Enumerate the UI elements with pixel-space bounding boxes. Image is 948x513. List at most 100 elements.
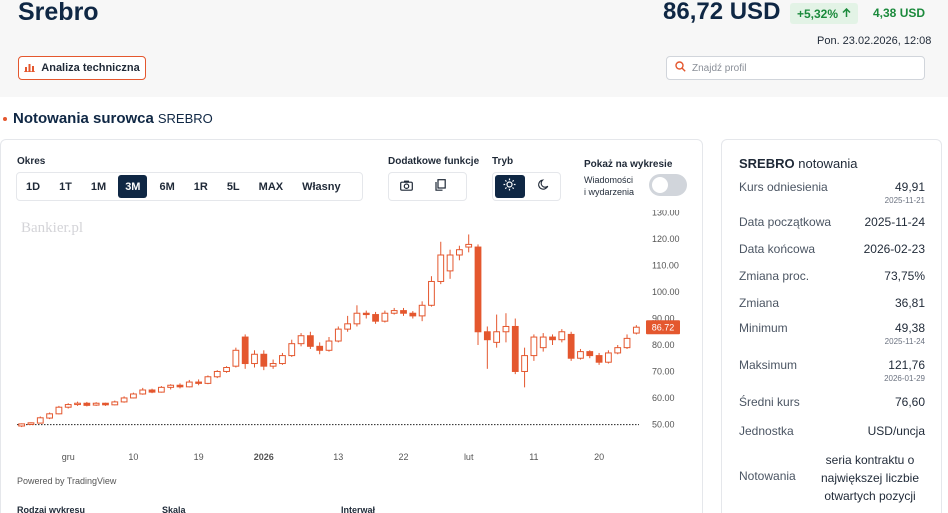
candle-down — [306, 335, 314, 347]
quote-datetime: Pon. 23.02.2026, 12:08 — [817, 35, 932, 47]
candle-up — [64, 404, 72, 408]
candle-up — [251, 353, 258, 365]
y-tick-label: 100.00 — [652, 287, 680, 297]
section-subtitle: SREBRO — [157, 111, 213, 126]
summary-row-value: 49,38 — [894, 321, 925, 335]
candle-up — [502, 325, 510, 333]
candle-up — [55, 406, 63, 415]
y-tick-label: 110.00 — [652, 261, 679, 271]
y-tick-label: 50.00 — [652, 419, 675, 429]
candle-up — [297, 335, 305, 345]
summary-title: SREBRO notowania — [739, 156, 858, 171]
candle-up — [418, 304, 426, 317]
section-heading: Notowania surowca SREBRO — [0, 110, 213, 127]
y-tick-label: 60.00 — [652, 393, 675, 403]
candle-up — [632, 326, 640, 334]
bullet-dot-icon — [3, 116, 7, 121]
candle-down — [241, 336, 249, 365]
candle-down — [586, 351, 594, 357]
candle-down — [409, 312, 417, 317]
change-percent-badge: +5,32% — [790, 3, 858, 24]
summary-row-value: 2026-02-23 — [863, 242, 925, 256]
candlestick-chart[interactable]: 50.0060.0070.0080.0090.00100.00110.00120… — [1, 210, 701, 465]
candle-up — [130, 393, 137, 399]
powered-by-tradingview: Powered by TradingView — [17, 476, 117, 486]
technical-analysis-button[interactable]: Analiza techniczna — [18, 56, 146, 80]
dark-mode-button[interactable] — [529, 175, 559, 198]
candle-up — [223, 367, 230, 372]
candle-down — [316, 345, 324, 351]
show-on-chart-label: Pokaż na wykresie — [584, 159, 673, 170]
candle-up — [204, 376, 212, 384]
summary-title-bold: SREBRO — [739, 156, 795, 171]
x-tick-label: 22 — [398, 452, 408, 462]
candle-down — [260, 353, 268, 367]
period-button-6m[interactable]: 6M — [152, 175, 181, 198]
candle-up — [334, 328, 342, 342]
copy-icon — [434, 178, 446, 196]
period-button-1r[interactable]: 1R — [187, 175, 215, 198]
period-button-max[interactable]: MAX — [252, 175, 290, 198]
candle-up — [558, 331, 566, 341]
x-tick-label: 10 — [128, 452, 138, 462]
candle-up — [167, 384, 175, 388]
candle-up — [437, 254, 445, 282]
summary-row-value: 49,91 — [894, 180, 925, 194]
candle-up — [120, 397, 128, 403]
candle-up — [279, 355, 286, 365]
light-mode-button[interactable] — [495, 175, 525, 198]
x-tick-label: 2026 — [254, 452, 274, 462]
candle-down — [511, 325, 519, 372]
candle-down — [567, 333, 575, 359]
x-tick-label: 13 — [333, 452, 343, 462]
candle-down — [595, 355, 603, 363]
period-button-1m[interactable]: 1M — [84, 175, 113, 198]
candle-up — [213, 370, 221, 378]
summary-row-label: Data początkowa — [739, 215, 832, 229]
candle-up — [92, 402, 100, 406]
chart-panel: Okres 1D 1T 1M 3M 6M 1R 5L MAX Własny Dodatkowe … — [0, 139, 703, 513]
mode-group — [492, 172, 561, 201]
candle-up — [46, 413, 53, 419]
candle-up — [605, 352, 612, 363]
profile-search[interactable] — [666, 56, 925, 80]
summary-row-date: 2026-01-29 — [884, 374, 925, 383]
candle-down — [176, 384, 184, 388]
x-tick-label: gru — [62, 452, 75, 462]
x-tick-label: lut — [464, 452, 474, 462]
candle-down — [372, 314, 379, 322]
news-events-line1: Wiadomości — [584, 175, 634, 185]
news-events-toggle[interactable] — [649, 174, 687, 196]
candle-down — [474, 246, 482, 333]
candle-up — [288, 343, 296, 357]
candle-up — [269, 363, 277, 367]
candle-up — [36, 417, 44, 424]
candle-up — [344, 323, 352, 330]
candle-down — [148, 389, 156, 393]
copy-button[interactable] — [425, 175, 455, 198]
period-button-3m[interactable]: 3M — [118, 175, 148, 198]
candle-up — [353, 312, 361, 325]
interval-label: Interwał — [341, 505, 376, 513]
period-button-5l[interactable]: 5L — [220, 175, 247, 198]
y-tick-label: 70.00 — [652, 366, 675, 376]
candle-up — [390, 310, 398, 314]
page-title: Srebro — [18, 0, 99, 26]
arrow-up-icon — [842, 7, 851, 21]
camera-icon — [399, 178, 413, 196]
summary-row-label: Średni kurs — [739, 395, 800, 409]
candle-down — [102, 402, 109, 406]
screenshot-button[interactable] — [391, 175, 421, 198]
period-button-1t[interactable]: 1T — [52, 175, 79, 198]
extra-functions-label: Dodatkowe funkcje — [388, 156, 480, 167]
scale-label: Skala — [162, 505, 186, 513]
candle-up — [325, 340, 333, 351]
candle-up — [157, 386, 165, 393]
summary-row-value: 36,81 — [894, 296, 925, 310]
period-button-własny[interactable]: Własny — [295, 175, 348, 198]
period-button-1d[interactable]: 1D — [19, 175, 47, 198]
candle-up — [521, 355, 528, 372]
candle-down — [483, 331, 491, 341]
search-input[interactable] — [692, 62, 912, 74]
summary-row-value: USD/uncja — [867, 424, 925, 438]
